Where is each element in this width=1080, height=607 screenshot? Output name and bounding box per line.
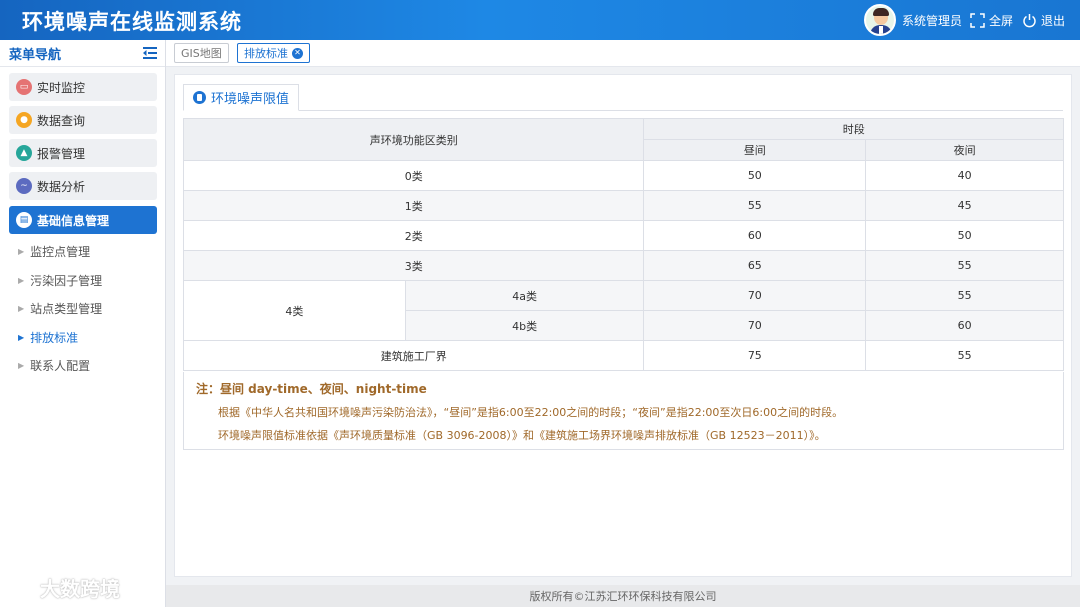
submenu-label: 排放标准 (30, 331, 79, 345)
avatar[interactable] (864, 4, 896, 36)
top-header: 环境噪声在线监测系统 系统管理员 全屏 退出 (0, 0, 1080, 40)
fullscreen-icon (970, 13, 985, 28)
tab-label: GIS地图 (181, 47, 222, 60)
menu-item-realtime-monitoring[interactable]: ▭ 实时监控 (9, 73, 157, 101)
alarm-icon: ▲ (16, 145, 32, 161)
fullscreen-label: 全屏 (989, 14, 1014, 28)
watermark: 大数跨境 (10, 573, 120, 602)
sidebar: 菜单导航 ▭ 实时监控 ● 数据查询 ▲ 报警管理 ~ 数据分析 ▤ 基础信息管… (0, 40, 166, 607)
cell-night: 60 (865, 310, 1064, 341)
watermark-text: 大数跨境 (40, 577, 120, 601)
submenu-item-monitoring-points[interactable]: ▶ 监控点管理 (18, 243, 90, 260)
cell-day: 60 (643, 220, 867, 251)
menu-label: 基础信息管理 (37, 213, 110, 228)
fullscreen-button[interactable]: 全屏 (970, 12, 1013, 29)
user-menu[interactable]: 系统管理员 (864, 4, 962, 36)
logout-button[interactable]: 退出 (1022, 12, 1065, 29)
notes-box: 注：昼间 day-time、夜间、night-time 根据《中华人名共和国环境… (183, 372, 1064, 450)
cell-day: 65 (643, 250, 867, 281)
caret-right-icon: ▶ (18, 361, 25, 370)
cell-subcategory: 4a类 (404, 280, 645, 311)
info-icon: ▤ (16, 212, 32, 228)
user-name[interactable]: 系统管理员 (902, 12, 962, 29)
cell-night: 55 (865, 280, 1064, 311)
document-icon (193, 91, 206, 104)
tab-emission-standards[interactable]: 排放标准 ✕ (237, 43, 310, 63)
cell-category: 3类 (182, 250, 645, 281)
note-line: 环境噪声限值标准依据《声环境质量标准（GB 3096-2008）》和《建筑施工场… (218, 429, 826, 442)
cell-night: 55 (865, 250, 1064, 281)
menu-item-basic-info-management[interactable]: ▤ 基础信息管理 (9, 206, 157, 234)
header-night: 夜间 (865, 139, 1064, 161)
menu-label: 数据分析 (37, 179, 86, 194)
table-row: 3类 65 55 (182, 250, 1064, 281)
close-icon[interactable]: ✕ (292, 47, 303, 59)
panel-tab-divider (183, 110, 1063, 111)
footer: 版权所有©江苏汇环环保科技有限公司 (166, 585, 1080, 607)
panel-tab-label: 环境噪声限值 (211, 92, 290, 107)
submenu-label: 联系人配置 (30, 359, 91, 373)
submenu-item-emission-standards[interactable]: ▶ 排放标准 (18, 329, 78, 346)
content-panel: 环境噪声限值 声环境功能区类别 时段 昼间 夜间 0类 50 40 1类 55 (174, 74, 1072, 577)
copyright-text: 版权所有©江苏汇环环保科技有限公司 (529, 590, 717, 603)
caret-right-icon: ▶ (18, 333, 25, 342)
submenu-item-pollution-factors[interactable]: ▶ 污染因子管理 (18, 272, 102, 289)
power-icon (1023, 14, 1036, 28)
tab-noise-limits[interactable]: 环境噪声限值 (183, 84, 300, 111)
submenu-item-contacts[interactable]: ▶ 联系人配置 (18, 357, 90, 374)
table-row: 2类 60 50 (182, 220, 1064, 251)
submenu-item-site-types[interactable]: ▶ 站点类型管理 (18, 300, 102, 317)
header-category: 声环境功能区类别 (182, 118, 645, 161)
tab-gis-map[interactable]: GIS地图 (174, 43, 229, 63)
table-row: 0类 50 40 (182, 160, 1064, 191)
header-period: 时段 (643, 118, 1064, 140)
sidebar-header: 菜单导航 (0, 40, 165, 67)
cell-category: 2类 (182, 220, 645, 251)
menu-item-data-query[interactable]: ● 数据查询 (9, 106, 157, 134)
cell-subcategory: 4b类 (404, 310, 645, 341)
watermark-logo-icon (11, 578, 35, 595)
cell-day: 75 (643, 340, 867, 371)
cell-day: 70 (643, 280, 867, 311)
table-row: 1类 55 45 (182, 190, 1064, 221)
submenu-label: 污染因子管理 (30, 274, 103, 288)
table-row: 建筑施工厂界 75 55 (182, 340, 1064, 371)
logout-label: 退出 (1041, 14, 1066, 28)
noise-limit-table: 声环境功能区类别 时段 昼间 夜间 0类 50 40 1类 55 45 2类 6… (182, 118, 1064, 371)
note-line: 根据《中华人名共和国环境噪声污染防治法》，“昼间”是指6:00至22:00之间的… (218, 406, 844, 419)
table-row: 4类 4a类 70 55 (183, 280, 1064, 341)
cell-night: 45 (865, 190, 1064, 221)
menu-item-data-analysis[interactable]: ~ 数据分析 (9, 172, 157, 200)
monitor-icon: ▭ (16, 79, 32, 95)
note-title: 注：昼间 day-time、夜间、night-time (196, 382, 427, 396)
database-icon: ● (16, 112, 32, 128)
caret-right-icon: ▶ (18, 276, 25, 285)
chart-icon: ~ (16, 178, 32, 194)
cell-day: 55 (643, 190, 867, 221)
cell-night: 50 (865, 220, 1064, 251)
cell-category: 建筑施工厂界 (182, 340, 645, 371)
cell-day: 70 (643, 310, 867, 341)
caret-right-icon: ▶ (18, 304, 25, 313)
submenu-label: 站点类型管理 (30, 302, 103, 316)
menu-item-alarm-management[interactable]: ▲ 报警管理 (9, 139, 157, 167)
menu-toggle-icon[interactable] (143, 47, 157, 59)
cell-category: 0类 (182, 160, 645, 191)
menu-label: 实时监控 (37, 80, 86, 95)
header-day: 昼间 (643, 139, 867, 161)
caret-right-icon: ▶ (18, 247, 25, 256)
menu-label: 报警管理 (37, 146, 86, 161)
app-title: 环境噪声在线监测系统 (22, 10, 242, 34)
menu-label: 数据查询 (37, 113, 86, 128)
sidebar-title: 菜单导航 (9, 47, 62, 63)
tabs-bar: GIS地图 排放标准 ✕ (166, 40, 1080, 67)
tab-label: 排放标准 (244, 47, 288, 60)
cell-night: 55 (865, 340, 1064, 371)
submenu-label: 监控点管理 (30, 245, 91, 259)
cell-day: 50 (643, 160, 867, 191)
cell-category: 1类 (182, 190, 645, 221)
cell-night: 40 (865, 160, 1064, 191)
cell-category: 4类 (183, 280, 406, 341)
